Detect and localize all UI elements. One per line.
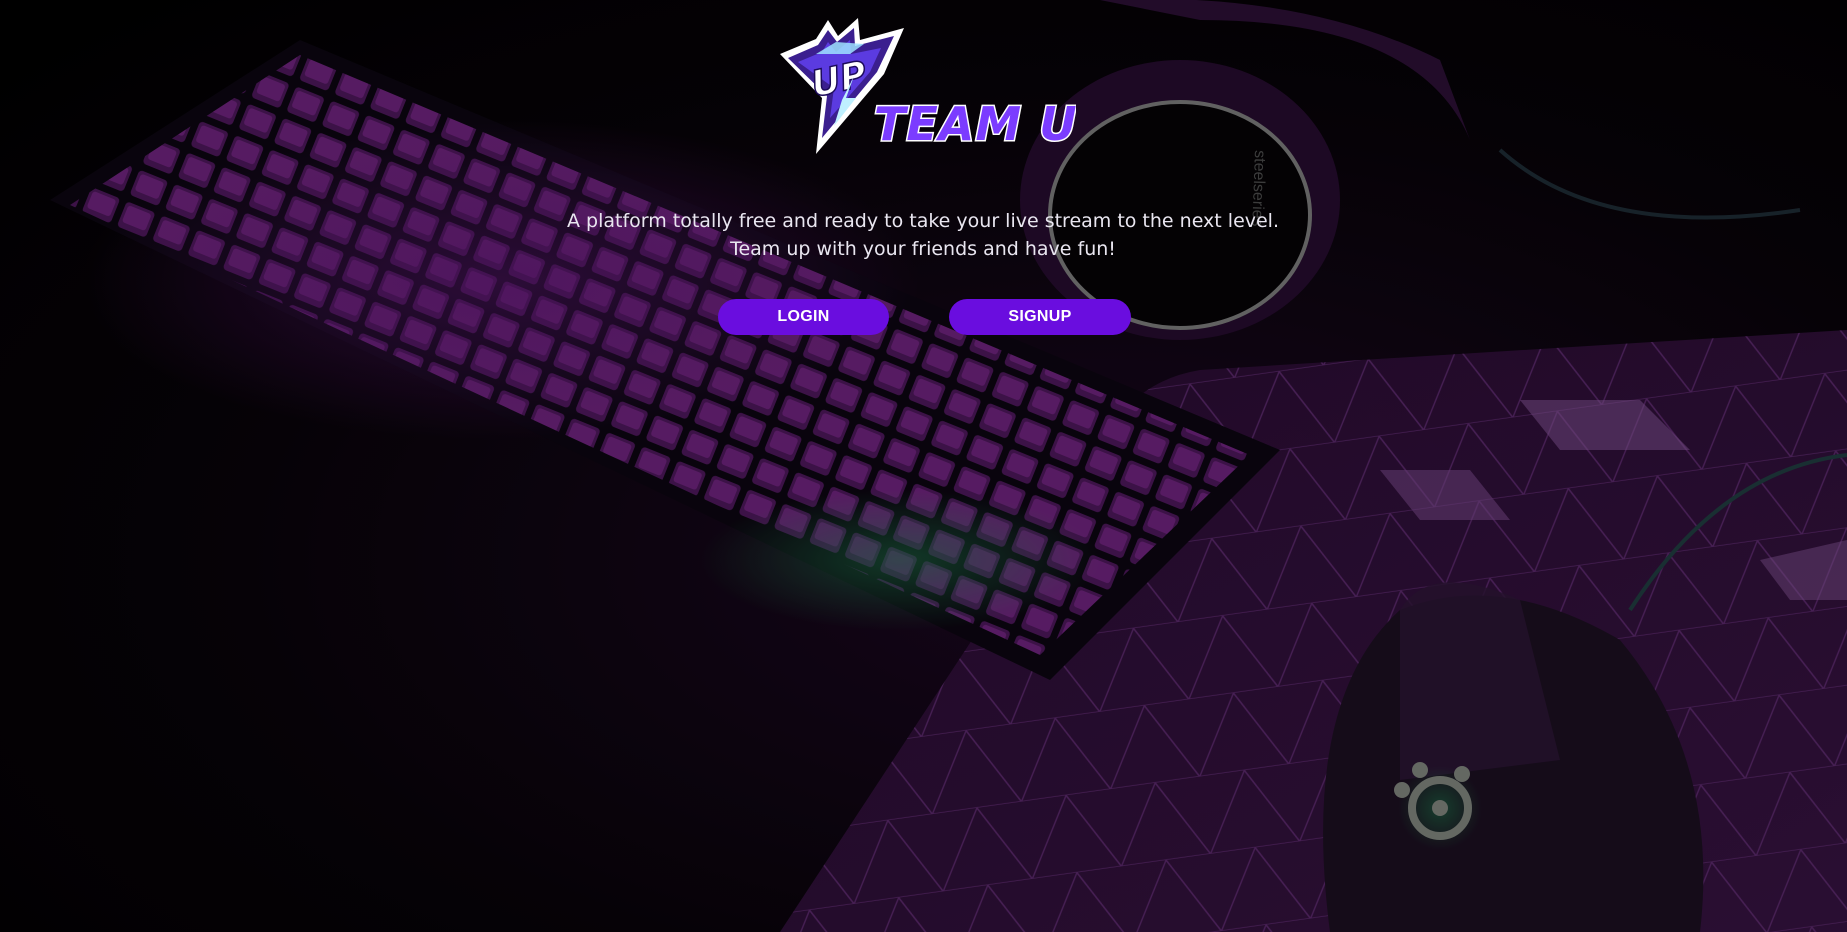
team-up-logo: UP TEAM UP [780,18,1076,154]
login-button[interactable]: LOGIN [718,299,889,335]
hero-section: UP TEAM UP A platform totally free and r… [0,0,1847,932]
signup-button[interactable]: SIGNUP [949,299,1131,335]
logo-wordmark: TEAM UP [874,97,1076,151]
tagline: A platform totally free and ready to tak… [523,207,1323,263]
tagline-line-1: A platform totally free and ready to tak… [566,210,1280,232]
landing-page: steelseries UP TEAM U A platform totally… [0,0,1847,932]
tagline-line-2: Team up with your friends and have fun! [730,238,1116,260]
